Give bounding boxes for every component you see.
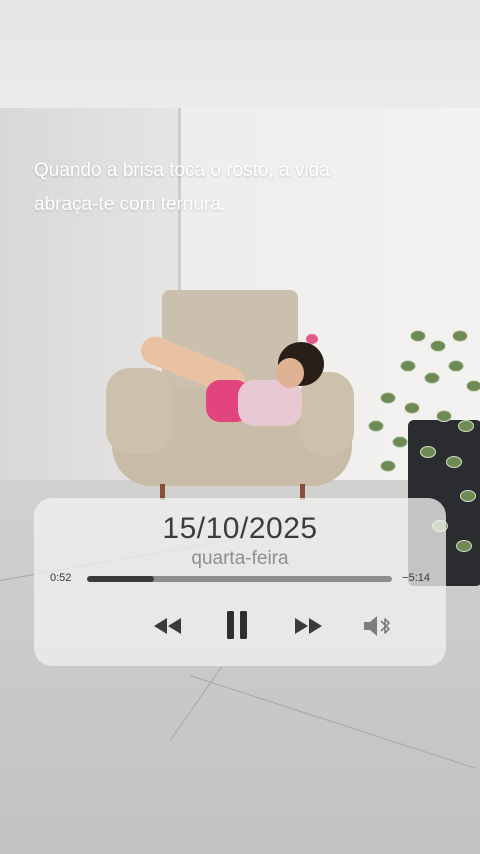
- date-title: 15/10/2025: [162, 512, 318, 545]
- elapsed-time: 0:52: [50, 572, 72, 584]
- progress-fill: [87, 576, 155, 582]
- progress-scrubber[interactable]: [87, 576, 392, 582]
- child-face: [276, 358, 304, 388]
- speaker-bluetooth-icon: [364, 616, 390, 636]
- pause-button[interactable]: [220, 606, 254, 644]
- armchair-left-arm: [106, 368, 172, 454]
- audio-output-button[interactable]: [360, 610, 396, 642]
- rewind-icon: [154, 618, 181, 634]
- child-hair-clip: [306, 334, 318, 344]
- remaining-time: −5:14: [402, 572, 430, 584]
- weekday-subtitle: quarta-feira: [191, 548, 289, 569]
- fast-forward-button[interactable]: [290, 610, 326, 642]
- fast-forward-icon: [295, 618, 322, 634]
- background-photo: [0, 0, 480, 854]
- quote-line-1: Quando a brisa toca o rosto, a vida: [34, 160, 330, 181]
- pause-icon: [227, 611, 247, 639]
- rewind-button[interactable]: [150, 610, 186, 642]
- music-player-widget: 15/10/2025 quarta-feira 0:52 −5:14: [34, 498, 446, 666]
- ceiling-band: [0, 0, 480, 108]
- quote-text: Quando a brisa toca o rosto, a vida abra…: [34, 154, 434, 222]
- quote-line-2: abraça-te com ternura.: [34, 194, 227, 215]
